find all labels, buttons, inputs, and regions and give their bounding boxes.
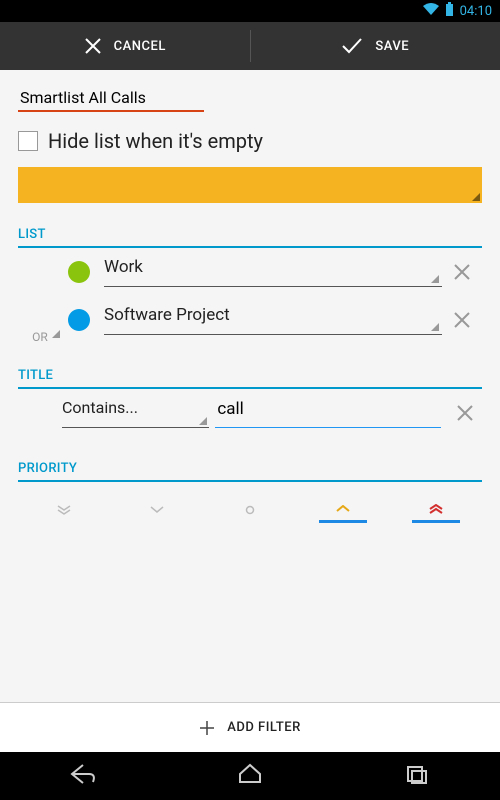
close-icon — [453, 311, 471, 329]
cancel-button[interactable]: CANCEL — [0, 37, 250, 55]
priority-low-button[interactable] — [133, 497, 181, 523]
list-selector[interactable]: Software Project — [104, 305, 442, 335]
priority-lowest-button[interactable] — [40, 497, 88, 523]
chevron-down-icon — [150, 506, 164, 514]
home-icon — [236, 762, 264, 786]
operator-selector[interactable]: OR — [18, 296, 62, 344]
list-section-header: LIST — [18, 227, 482, 248]
dropdown-icon — [472, 193, 480, 201]
hide-empty-label: Hide list when it's empty — [48, 129, 263, 153]
back-button[interactable] — [69, 762, 97, 790]
content-area: Hide list when it's empty LIST Work OR — [0, 70, 500, 752]
hide-empty-checkbox[interactable] — [18, 131, 38, 151]
clock-text: 04:10 — [460, 4, 492, 19]
smartlist-name-input[interactable] — [18, 82, 188, 111]
dropdown-icon — [52, 330, 60, 338]
chevron-double-up-icon — [429, 504, 443, 514]
remove-filter-button[interactable] — [442, 263, 482, 281]
circle-icon — [245, 505, 255, 515]
list-selector[interactable]: Work — [104, 257, 442, 287]
cancel-label: CANCEL — [114, 39, 166, 54]
save-button[interactable]: SAVE — [251, 37, 500, 55]
add-filter-button[interactable]: ADD FILTER — [0, 702, 500, 752]
dropdown-icon — [199, 417, 207, 425]
close-icon — [453, 263, 471, 281]
wifi-icon — [423, 3, 439, 19]
add-filter-label: ADD FILTER — [227, 720, 301, 735]
title-filter-row: Contains... — [18, 389, 482, 437]
list-color-dot — [68, 261, 90, 283]
chevron-double-down-icon — [57, 505, 71, 515]
list-filter-row: Work — [18, 248, 482, 296]
remove-filter-button[interactable] — [442, 311, 482, 329]
list-name-label: Software Project — [104, 305, 230, 325]
plus-icon — [199, 720, 215, 736]
title-operator-label: Contains... — [62, 398, 138, 417]
list-color-dot — [68, 309, 90, 331]
title-value-input[interactable] — [215, 398, 441, 428]
close-icon — [84, 37, 102, 55]
priority-highest-button[interactable] — [412, 497, 460, 523]
priority-row — [18, 488, 482, 532]
check-icon — [341, 37, 363, 55]
list-name-label: Work — [104, 257, 143, 277]
action-bar: CANCEL SAVE — [0, 22, 500, 70]
title-section-header: TITLE — [18, 368, 482, 389]
operator-label: OR — [32, 330, 48, 344]
priority-section-header: PRIORITY — [18, 461, 482, 482]
save-label: SAVE — [375, 39, 409, 54]
home-button[interactable] — [236, 762, 264, 790]
title-operator-selector[interactable]: Contains... — [62, 398, 209, 428]
recent-button[interactable] — [403, 762, 431, 790]
chevron-up-icon — [336, 505, 350, 513]
list-filter-row: OR Software Project — [18, 296, 482, 344]
remove-filter-button[interactable] — [447, 404, 482, 422]
close-icon — [456, 404, 474, 422]
priority-none-button[interactable] — [226, 497, 274, 523]
priority-high-button[interactable] — [319, 497, 367, 523]
recent-apps-icon — [403, 762, 431, 786]
operator-cell[interactable] — [18, 248, 62, 296]
dropdown-icon — [431, 275, 439, 283]
color-selector[interactable] — [18, 167, 482, 203]
nav-bar — [0, 752, 500, 800]
dropdown-icon — [431, 323, 439, 331]
battery-icon — [445, 2, 454, 20]
status-bar: 04:10 — [0, 0, 500, 22]
back-icon — [69, 762, 97, 786]
